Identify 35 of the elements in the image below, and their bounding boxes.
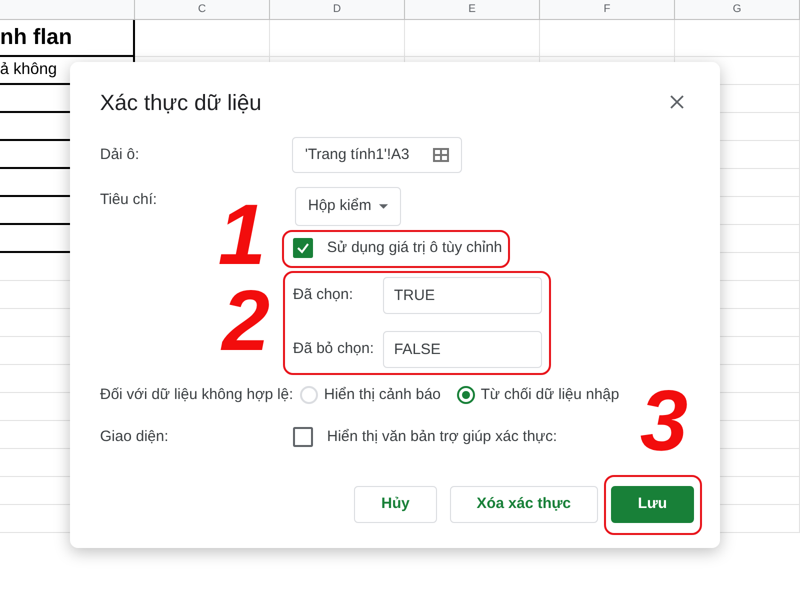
radio-label: Hiển thị cảnh báo [324, 384, 441, 405]
value-input[interactable]: TRUE [383, 277, 542, 314]
field-label: Đã chọn: [293, 285, 354, 306]
radio-button[interactable] [456, 386, 475, 404]
caret-icon [379, 204, 388, 209]
step-number: 2 [222, 278, 270, 364]
dialog-button[interactable]: Xóa xác thực [450, 486, 598, 523]
dialog-title: Xác thực dữ liệu [100, 88, 262, 116]
column-header[interactable]: C [135, 0, 270, 20]
field-label: Giao diện: [100, 426, 170, 447]
value-input[interactable]: FALSE [383, 331, 542, 368]
field-label: Đã bỏ chọn: [293, 339, 375, 360]
close-icon[interactable] [670, 95, 684, 109]
range-value: 'Trang tính1'!A3 [305, 144, 410, 165]
table-cell: nh flan [0, 20, 135, 57]
checkbox[interactable] [293, 238, 313, 258]
column-header[interactable]: F [540, 0, 675, 20]
checkbox[interactable] [293, 427, 313, 447]
checkbox-label: Hiển thị văn bản trợ giúp xác thực: [327, 426, 557, 447]
dialog-button[interactable]: Hủy [354, 486, 437, 523]
step-number: 3 [640, 378, 688, 464]
range-field[interactable]: 'Trang tính1'!A3 [292, 137, 462, 173]
radio-label: Từ chối dữ liệu nhập [480, 384, 620, 405]
checkmark-icon [296, 241, 310, 255]
criteria-dropdown[interactable]: Hộp kiểm [295, 187, 402, 226]
grid-icon[interactable] [433, 148, 449, 162]
column-header[interactable]: G [675, 0, 800, 20]
field-label: Đối với dữ liệu không hợp lệ: [100, 384, 294, 405]
field-label: Dải ô: [100, 144, 140, 165]
column-header[interactable]: D [270, 0, 405, 20]
dialog-button[interactable]: Lưu [610, 486, 694, 523]
checkbox-label: Sử dụng giá trị ô tùy chỉnh [327, 238, 502, 258]
column-header[interactable]: E [405, 0, 540, 20]
field-label: Tiêu chí: [100, 190, 158, 210]
step-number: 1 [218, 192, 266, 278]
